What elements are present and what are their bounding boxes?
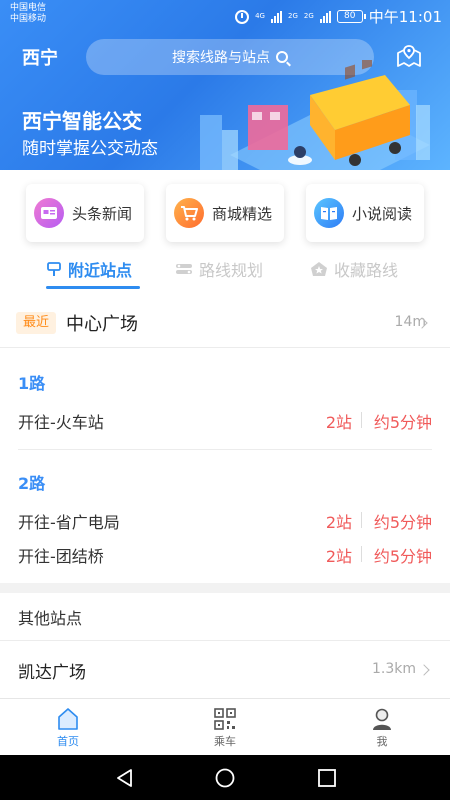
tab-saved-routes[interactable]: 收藏路线 [310,256,398,282]
home-button-icon[interactable] [214,767,236,789]
divider [361,546,362,562]
quick-link-mall[interactable]: 商城精选 [166,184,284,242]
network-type-3: 2G [303,12,314,20]
quick-links: 头条新闻 商城精选 小说阅读 [0,170,450,250]
bottom-tab-label: 我 [376,735,388,748]
divider [361,512,362,528]
direction-destination: 开往-团结桥 [18,547,104,566]
quick-link-label: 小说阅读 [352,204,413,223]
chevron-right-icon [418,664,430,676]
station-tabs: 附近站点 路线规划 收藏路线 [0,250,450,296]
tab-label: 路线规划 [199,261,264,280]
other-station-item[interactable]: 凯达广场 1.3km [0,640,450,698]
arrival-eta: 约5分钟 [373,547,432,566]
carrier-info: 中国电信 中国移动 [10,3,46,25]
direction-destination: 开往-火车站 [18,413,104,432]
quick-link-label: 头条新闻 [72,204,133,223]
section-separator [0,583,450,593]
app-root: 中国电信 中国移动 4G 2G 2G 80 中午11:01 西宁 搜索线路与站点 [0,0,450,800]
network-type-2: 2G [287,12,298,20]
bus-city-illustration [200,60,430,170]
arrival-eta: 约5分钟 [373,413,432,432]
status-indicators: 4G 2G 2G 80 中午11:01 [235,6,442,27]
quick-link-news[interactable]: 头条新闻 [26,184,144,242]
stops-away: 2站 [325,513,352,532]
other-station-name: 凯达广场 [18,663,86,683]
status-bar: 中国电信 中国移动 4G 2G 2G 80 中午11:01 [0,0,450,30]
news-icon [34,198,64,228]
back-icon[interactable] [114,767,136,789]
bottom-tab-me[interactable]: 我 [352,707,412,753]
route-icon [176,264,192,274]
favorite-icon [311,262,327,276]
banner-title: 西宁智能公交 [22,109,142,133]
active-tab-indicator [46,286,140,289]
signpost-icon [47,262,61,276]
direction-destination: 开往-省广电局 [18,513,120,532]
route-name[interactable]: 2路 [18,470,45,494]
network-type-1: 4G [255,12,265,20]
station-name: 中心广场 [66,314,138,335]
profile-icon [373,708,391,730]
qr-code-icon [214,708,236,730]
arrival-eta: 约5分钟 [373,513,432,532]
tab-label: 收藏路线 [334,261,399,280]
stops-away: 2站 [325,413,352,432]
route-direction[interactable]: 开往-省广电局 2站 约5分钟 [18,506,432,534]
book-icon [314,198,344,228]
recents-icon[interactable] [316,767,338,789]
bottom-tab-bar: 首页 乘车 我 [0,698,450,755]
other-station-distance: 1.3km [371,661,416,677]
tab-nearby-stations[interactable]: 附近站点 [46,256,132,282]
signal-icon-2 [319,10,331,23]
signal-icon [270,10,282,23]
hero-banner: 中国电信 中国移动 4G 2G 2G 80 中午11:01 西宁 搜索线路与站点 [0,0,450,170]
route-divider [18,449,432,450]
tab-label: 附近站点 [68,261,133,280]
divider [361,412,362,428]
bottom-tab-label: 乘车 [214,735,236,748]
cart-icon [174,198,204,228]
quick-link-label: 商城精选 [212,204,273,223]
nearest-station[interactable]: 最近 中心广场 14m [0,300,450,348]
route-direction[interactable]: 开往-火车站 2站 约5分钟 [18,406,432,434]
battery-icon: 80 [336,10,366,23]
route-name[interactable]: 1路 [18,370,45,394]
bottom-tab-home[interactable]: 首页 [38,707,98,753]
route-direction[interactable]: 开往-团结桥 2站 约5分钟 [18,540,432,568]
other-stations-title: 其他站点 [18,609,83,628]
quick-link-novel[interactable]: 小说阅读 [306,184,424,242]
carrier-2: 中国移动 [10,14,47,24]
system-nav-bar [0,755,450,800]
tab-route-planning[interactable]: 路线规划 [175,256,263,282]
stops-away: 2站 [325,547,352,566]
clock: 中午11:01 [368,8,442,26]
bottom-tab-label: 首页 [57,735,79,748]
recent-badge: 最近 [16,312,56,334]
alarm-icon [235,9,250,24]
carrier-1: 中国电信 [10,3,47,13]
bottom-tab-ride[interactable]: 乘车 [195,707,255,753]
city-selector[interactable]: 西宁 [22,44,58,70]
banner-subtitle: 随时掌握公交动态 [22,139,158,159]
home-icon [58,708,78,730]
